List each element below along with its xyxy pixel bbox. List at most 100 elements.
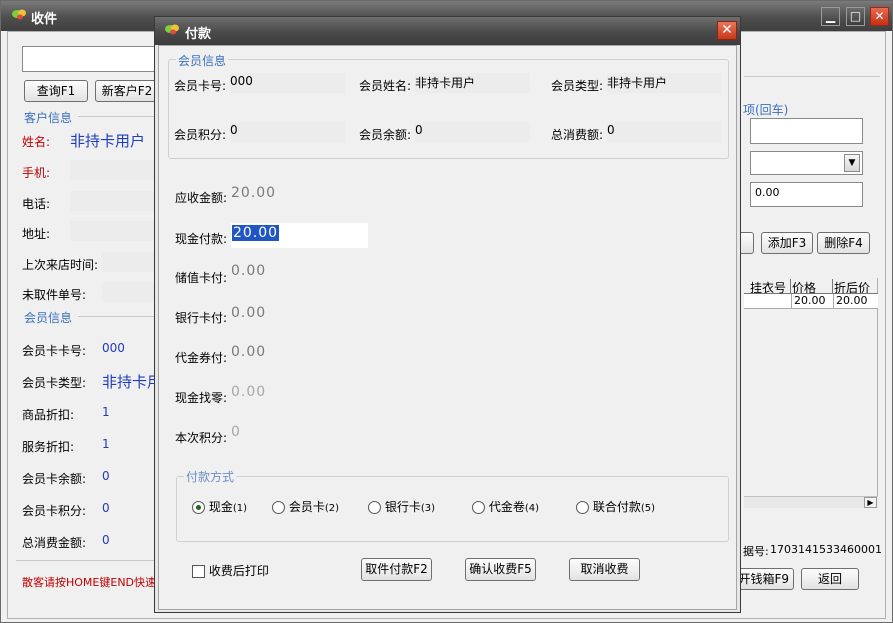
item-select[interactable]: ▼ [750, 151, 863, 175]
method-voucher-key: (4) [524, 503, 540, 514]
payment-method-legend: 付款方式 [184, 468, 237, 485]
method-member-card-key: (2) [324, 503, 340, 514]
print-after-label: 收费后打印 [208, 564, 269, 578]
group-divider [78, 316, 158, 317]
dialog-title-bar: 付款 ✕ [155, 17, 740, 45]
back-button[interactable]: 返回 [801, 568, 859, 590]
maximize-button[interactable]: □ [846, 7, 865, 26]
table-cell-price: 20.00 [794, 294, 826, 307]
checkbox-icon[interactable] [192, 565, 205, 578]
amount-input[interactable]: 0.00 [750, 182, 863, 207]
method-bank-card-radio[interactable]: 银行卡(3) [368, 498, 435, 515]
dialog-close-button[interactable]: ✕ [717, 21, 737, 40]
voucher-label: 代金券付: [175, 351, 228, 365]
horizontal-scrollbar[interactable]: ▶ [744, 496, 878, 508]
main-close-button[interactable]: ✕ [870, 7, 889, 26]
item-input[interactable] [750, 118, 863, 144]
radio-icon[interactable] [472, 501, 485, 514]
column-header-price[interactable]: 价格 [792, 279, 833, 295]
method-combined-key: (5) [640, 503, 656, 514]
receivable-label: 应收金额: [175, 191, 228, 205]
customer-phone-label: 手机: [22, 166, 51, 180]
column-header-hanger[interactable]: 挂衣号 [750, 279, 791, 295]
member-name-field: 非持卡用户 [415, 73, 530, 93]
customer-phone-field[interactable] [70, 160, 160, 180]
delete-item-button[interactable]: 删除F4 [817, 232, 870, 254]
pending-order-label: 未取件单号: [22, 288, 87, 302]
chevron-down-icon[interactable]: ▼ [844, 154, 860, 172]
points-earned-value: 0 [231, 424, 241, 440]
customer-name-label: 姓名: [22, 135, 51, 149]
method-combined-radio[interactable]: 联合付款(5) [576, 498, 655, 515]
method-voucher-radio[interactable]: 代金卷(4) [472, 498, 539, 515]
service-discount-value: 1 [102, 437, 110, 451]
radio-icon[interactable] [368, 501, 381, 514]
method-cash-key: (1) [232, 503, 248, 514]
app-leaf-icon [12, 9, 26, 20]
member-name-label: 会员姓名: [359, 79, 412, 93]
member-info-group-label: 会员信息 [24, 311, 73, 325]
scroll-right-icon[interactable]: ▶ [864, 497, 877, 508]
hidden-button-edge[interactable] [740, 232, 754, 254]
member-type-field: 非持卡用户 [607, 73, 721, 93]
open-cashbox-button[interactable]: 开钱箱F9 [732, 568, 794, 590]
customer-tel-field[interactable] [70, 191, 160, 211]
receipt-no-label: 据号: [743, 545, 769, 558]
quick-pickup-hint: 散客请按HOME键END快速收 [22, 576, 160, 589]
method-bank-card-key: (3) [420, 503, 436, 514]
stored-card-label: 储值卡付: [175, 271, 228, 285]
member-balance-field: 0 [415, 122, 530, 142]
cancel-payment-button[interactable]: 取消收费 [569, 558, 640, 581]
dialog-leaf-icon [165, 24, 179, 35]
radio-selected-icon[interactable] [192, 501, 205, 514]
member-card-no-value: 000 [102, 341, 125, 355]
total-spent-value: 0 [102, 533, 110, 547]
member-card-type-label: 会员卡类型: [22, 376, 87, 390]
card-balance-value: 0 [102, 469, 110, 483]
voucher-value[interactable]: 0.00 [231, 344, 266, 360]
confirm-payment-button[interactable]: 确认收费F5 [465, 558, 536, 581]
group-divider [78, 116, 158, 117]
column-header-discounted[interactable]: 折后价 [834, 279, 878, 295]
customer-tel-label: 电话: [22, 197, 51, 211]
item-group-label: 项(回车) [743, 103, 789, 117]
receivable-value: 20.00 [231, 185, 277, 201]
customer-address-field[interactable] [70, 221, 160, 241]
points-earned-label: 本次积分: [175, 431, 228, 445]
card-points-value: 0 [102, 501, 110, 515]
print-after-checkbox[interactable]: 收费后打印 [192, 562, 269, 579]
receipt-no-value: 1703141533460001 [770, 543, 882, 556]
dialog-title: 付款 [185, 27, 212, 42]
last-visit-label: 上次来店时间: [22, 258, 99, 272]
method-cash-label: 现金 [208, 500, 233, 514]
table-row[interactable]: 20.00 20.00 [744, 294, 878, 309]
bank-card-value[interactable]: 0.00 [231, 305, 266, 321]
table-cell-hanger [750, 294, 792, 309]
table-header: 挂衣号 价格 折后价 [744, 278, 878, 295]
method-member-card-radio[interactable]: 会员卡(2) [272, 498, 339, 515]
cash-payment-input[interactable]: 20.00 [231, 223, 368, 248]
member-points-label: 会员积分: [174, 128, 227, 142]
service-discount-label: 服务折扣: [22, 440, 75, 454]
member-card-no-field: 000 [230, 73, 345, 93]
minimize-button[interactable]: ▁ [821, 7, 840, 26]
pending-order-field [102, 282, 160, 302]
items-table: 挂衣号 价格 折后价 20.00 20.00 ▶ [744, 278, 878, 508]
new-customer-button[interactable]: 新客户F2 [95, 80, 159, 102]
member-card-type-value: 非持卡用 [102, 373, 163, 391]
customer-search-input[interactable] [22, 46, 172, 72]
customer-name-value: 非持卡用户 [70, 132, 146, 150]
card-balance-label: 会员卡余额: [22, 472, 87, 486]
add-item-button[interactable]: 添加F3 [761, 232, 813, 254]
stored-card-value[interactable]: 0.00 [231, 263, 266, 279]
radio-icon[interactable] [272, 501, 285, 514]
pickup-pay-button[interactable]: 取件付款F2 [361, 558, 432, 581]
member-info-legend: 会员信息 [176, 52, 229, 69]
query-button[interactable]: 查询F1 [24, 80, 88, 102]
radio-icon[interactable] [576, 501, 589, 514]
cash-payment-value[interactable]: 20.00 [232, 225, 280, 241]
main-window-title: 收件 [31, 12, 58, 27]
method-cash-radio[interactable]: 现金(1) [192, 498, 247, 515]
change-value: 0.00 [231, 384, 267, 400]
cash-payment-label: 现金付款: [175, 232, 228, 246]
